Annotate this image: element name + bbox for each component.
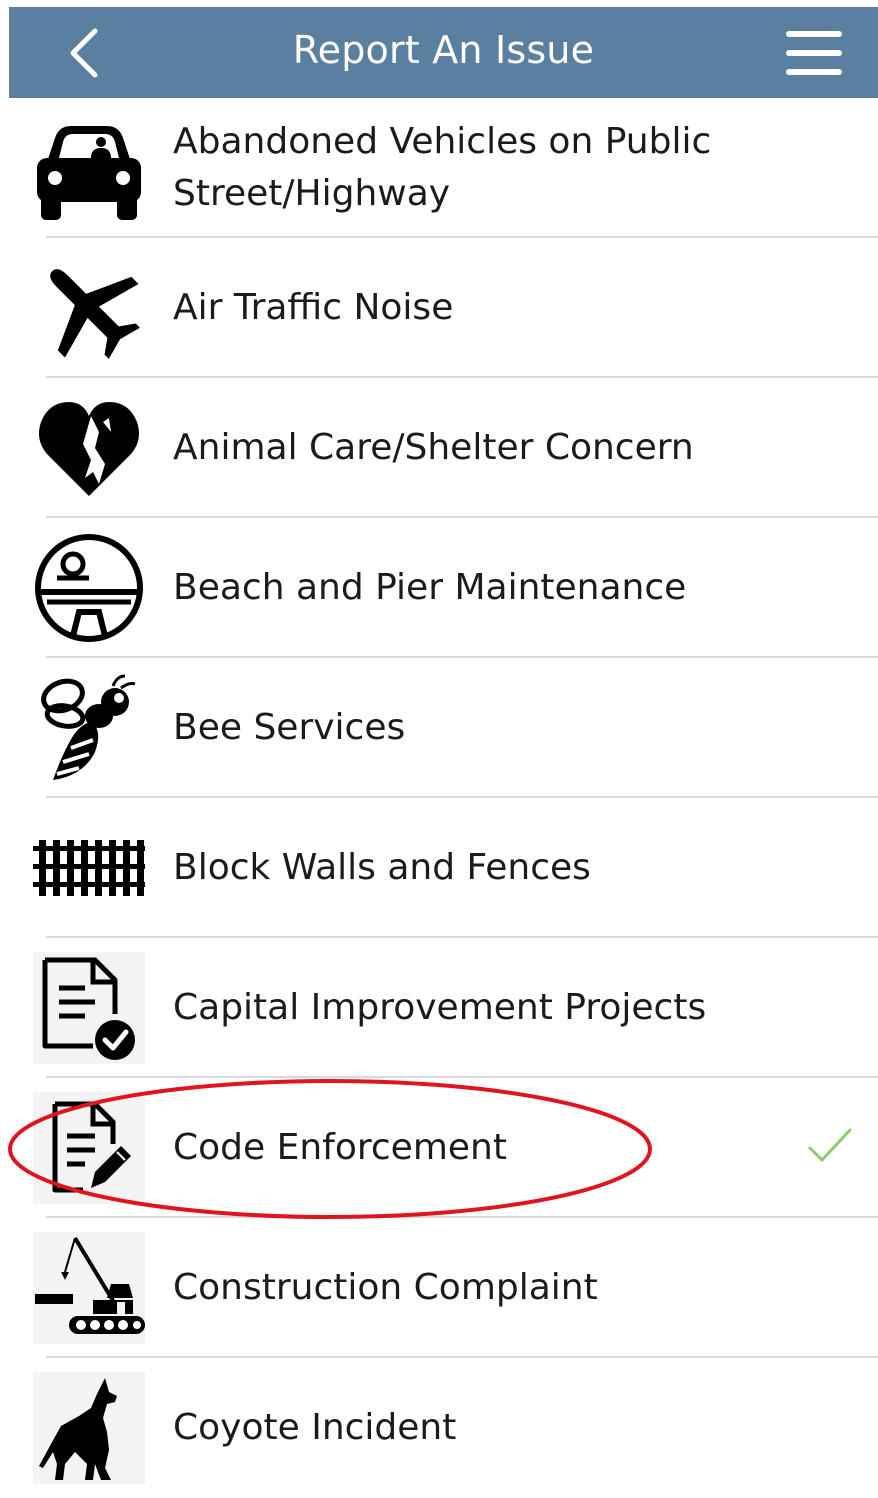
list-item-construction-complaint[interactable]: Construction Complaint — [0, 1218, 878, 1358]
car-icon — [37, 126, 141, 220]
top-bar: Report An Issue — [9, 7, 878, 98]
list-item-label: Block Walls and Fences — [173, 847, 591, 888]
list-item-beach-pier[interactable]: Beach and Pier Maintenance — [0, 518, 878, 658]
list-item-block-walls[interactable]: Block Walls and Fences — [0, 798, 878, 938]
list-item-label: Air Traffic Noise — [173, 287, 454, 328]
list-item-label: Coyote Incident — [173, 1407, 457, 1448]
bee-icon — [41, 674, 136, 780]
list-item-abandoned-vehicles[interactable]: Abandoned Vehicles on Public Street/High… — [0, 98, 878, 238]
document-edit-icon — [33, 1092, 145, 1204]
list-item-capital-improvement[interactable]: Capital Improvement Projects — [0, 938, 878, 1078]
list-item-label: Bee Services — [173, 707, 406, 748]
issue-list: Abandoned Vehicles on Public Street/High… — [0, 98, 878, 1498]
list-item-label: Beach and Pier Maintenance — [173, 567, 687, 608]
document-check-icon — [33, 952, 145, 1064]
list-item-code-enforcement[interactable]: Code Enforcement — [0, 1078, 878, 1218]
heart-animals-icon — [39, 402, 139, 496]
list-item-label: Abandoned Vehicles on Public Street/High… — [173, 121, 712, 214]
list-item-label: Code Enforcement — [173, 1127, 507, 1168]
page-title: Report An Issue — [292, 28, 595, 72]
list-item-label: Animal Care/Shelter Concern — [173, 427, 694, 468]
list-item-coyote-incident[interactable]: Coyote Incident — [0, 1358, 878, 1498]
selected-checkmark-icon — [808, 1128, 852, 1162]
list-item-label: Capital Improvement Projects — [173, 987, 707, 1028]
list-item-air-traffic-noise[interactable]: Air Traffic Noise — [0, 238, 878, 378]
list-item-animal-care[interactable]: Animal Care/Shelter Concern — [0, 378, 878, 518]
airplane-icon — [50, 269, 140, 359]
hamburger-menu-icon[interactable] — [774, 25, 854, 81]
coyote-icon — [33, 1372, 145, 1484]
beach-pier-icon — [35, 534, 143, 642]
list-item-label: Construction Complaint — [173, 1267, 598, 1308]
list-item-bee-services[interactable]: Bee Services — [0, 658, 878, 798]
fence-icon — [33, 840, 145, 896]
crane-icon — [33, 1232, 145, 1344]
